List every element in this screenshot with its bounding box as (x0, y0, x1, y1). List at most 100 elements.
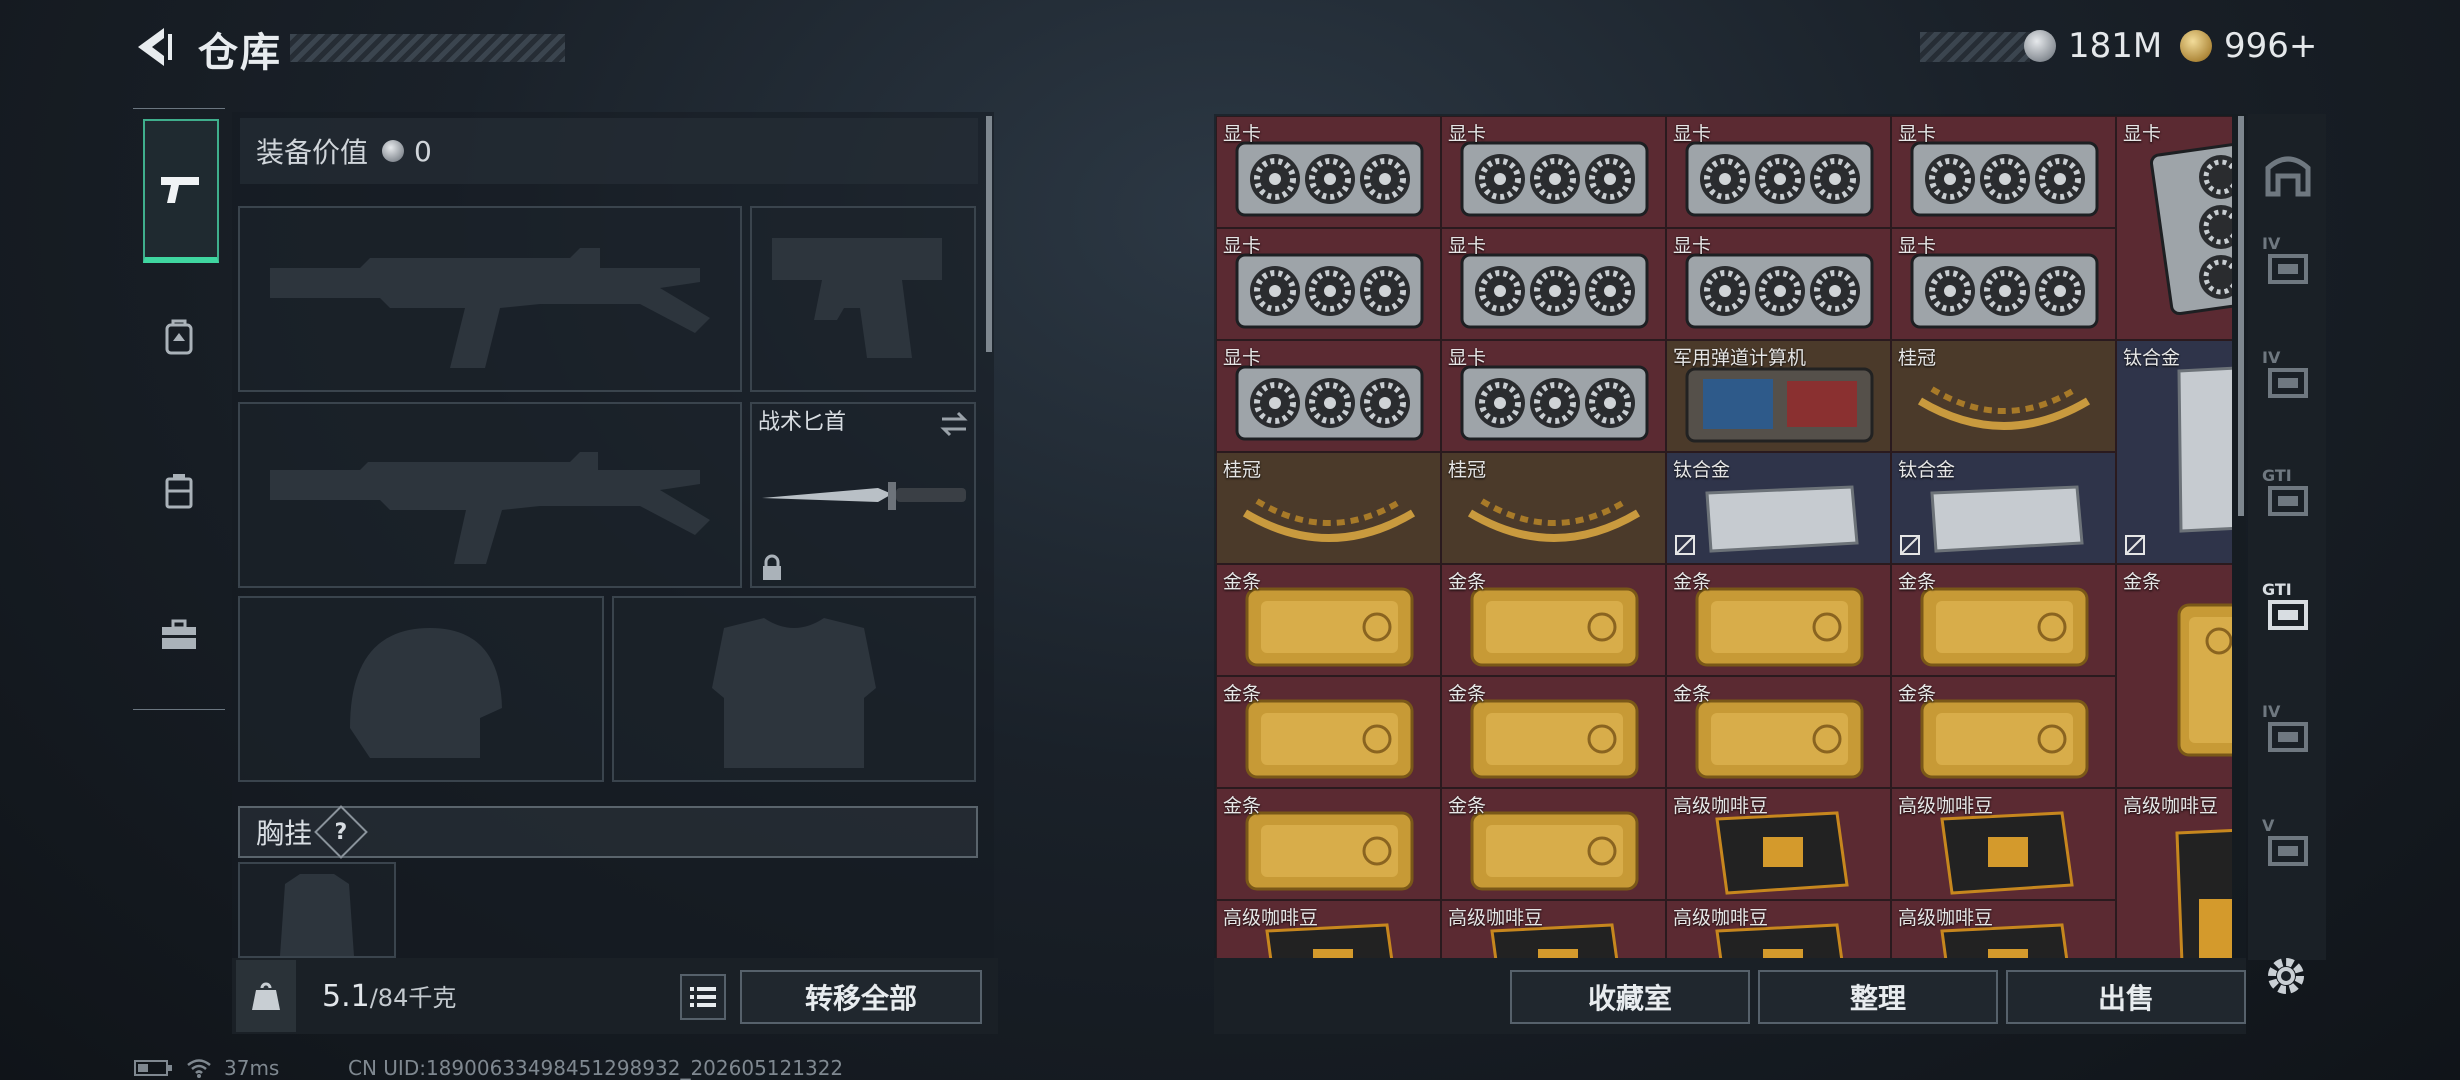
tab-backpack[interactable] (143, 301, 215, 373)
list-icon (690, 987, 716, 1007)
silver-coin-icon (2024, 30, 2056, 62)
currency-silver[interactable]: 181M (2024, 26, 2162, 66)
equipment-value: 0 (414, 134, 432, 168)
inventory-item[interactable]: 显卡 (1441, 116, 1666, 228)
weight-icon-box (236, 960, 296, 1032)
inventory-item[interactable]: 显卡 (2116, 116, 2232, 340)
inventory-item[interactable]: 军用弹道计算机 (1666, 340, 1891, 452)
inventory-item[interactable]: 高级咖啡豆 (1216, 900, 1441, 958)
collection-room-button[interactable]: 收藏室 (1510, 970, 1750, 1024)
inventory-item[interactable]: 显卡 (1216, 116, 1441, 228)
inventory-item[interactable]: 显卡 (1216, 340, 1441, 452)
helmet-slot[interactable] (238, 596, 604, 782)
rifle-silhouette-icon (270, 248, 710, 368)
inventory-item-label: 高级咖啡豆 (1223, 907, 1319, 929)
storage-iv-3-tab[interactable]: IV (2262, 702, 2314, 758)
inventory-item[interactable]: 金条 (1216, 564, 1441, 676)
storage-v-tab[interactable]: V (2262, 816, 2314, 872)
inventory-item[interactable]: 桂冠 (1441, 452, 1666, 564)
inventory-item[interactable]: 金条 (1216, 788, 1441, 900)
storage-iv-1-tab[interactable]: IV (2262, 234, 2314, 290)
settings-gear-icon[interactable] (2262, 952, 2310, 1000)
inventory-item[interactable]: 钛合金 (1891, 452, 2116, 564)
list-view-button[interactable] (680, 974, 726, 1020)
storage-gti-1-tab[interactable]: GTI (2262, 466, 2314, 522)
equipment-scrollbar[interactable] (986, 116, 992, 352)
help-icon[interactable]: ? (314, 805, 368, 859)
inventory-item[interactable]: 显卡 (1666, 228, 1891, 340)
inventory-item-label: 高级咖啡豆 (1448, 907, 1544, 929)
storage-tab-label: IV (2262, 348, 2281, 367)
tactical-knife-icon (762, 482, 966, 510)
inventory-item-label: 金条 (1898, 571, 1937, 593)
inventory-item[interactable]: 桂冠 (1216, 452, 1441, 564)
currency-silver-value: 181M (2068, 26, 2163, 66)
page-title: 仓库 (198, 30, 282, 76)
inventory-item[interactable]: 显卡 (1666, 116, 1891, 228)
storage-scrollbar[interactable] (2238, 116, 2244, 516)
inventory-item-label: 桂冠 (1448, 459, 1487, 481)
inventory-item[interactable]: 金条 (2116, 564, 2232, 788)
sort-button[interactable]: 整理 (1758, 970, 1998, 1024)
inventory-item[interactable]: 金条 (1891, 564, 2116, 676)
inventory-item-label: 显卡 (1673, 123, 1712, 145)
inventory-item[interactable]: 金条 (1441, 564, 1666, 676)
inventory-item[interactable]: 显卡 (1216, 228, 1441, 340)
inventory-item-label: 桂冠 (1223, 459, 1262, 481)
inventory-item[interactable]: 金条 (1666, 676, 1891, 788)
inventory-item-label: 金条 (1673, 683, 1712, 705)
storage-iv-2-tab[interactable]: IV (2262, 348, 2314, 404)
swap-icon[interactable] (938, 410, 970, 438)
inventory-item[interactable]: 高级咖啡豆 (1666, 900, 1891, 958)
inventory-item-label: 钛合金 (2123, 347, 2181, 369)
inventory-item[interactable]: 高级咖啡豆 (2116, 788, 2232, 958)
storage-gti-2-tab[interactable]: GTI (2262, 580, 2314, 636)
inventory-item[interactable]: 金条 (1666, 564, 1891, 676)
inventory-item[interactable]: 高级咖啡豆 (1666, 788, 1891, 900)
inventory-item-label: 显卡 (1223, 235, 1262, 257)
inventory-item[interactable]: 钛合金 (2116, 340, 2232, 564)
primary-weapon-slot[interactable] (238, 206, 742, 392)
tab-toolbox[interactable] (143, 599, 215, 671)
inventory-item[interactable]: 显卡 (1441, 340, 1666, 452)
pistol-icon (161, 177, 199, 203)
inventory-item-label: 高级咖啡豆 (1673, 907, 1769, 929)
storage-tab-label: IV (2262, 234, 2281, 253)
inventory-item[interactable]: 金条 (1216, 676, 1441, 788)
storage-tab-label: IV (2262, 702, 2281, 721)
inventory-item[interactable]: 金条 (1441, 788, 1666, 900)
status-bar: 37ms (134, 1056, 279, 1080)
inventory-item[interactable]: 金条 (1441, 676, 1666, 788)
inventory-item[interactable]: 高级咖啡豆 (1891, 900, 2116, 958)
chest-rig-slot[interactable] (238, 862, 396, 958)
inventory-item[interactable]: 显卡 (1891, 116, 2116, 228)
storage-tabs: IV IV GTI GTI IV V (2248, 114, 2326, 960)
storage-grid: 显卡 显卡 显卡 显卡 显卡 显卡 显卡 显卡 显卡 显卡 显卡 军用弹道计算机 桂冠 钛合金 桂冠 桂冠 钛合… (1216, 116, 2232, 958)
pistol-silhouette-icon (772, 238, 942, 358)
currency-gold[interactable]: 996+ (2180, 26, 2317, 66)
inventory-item-label: 显卡 (1223, 347, 1262, 369)
tab-bag[interactable] (143, 455, 215, 527)
back-icon[interactable] (130, 22, 180, 72)
inventory-item[interactable]: 高级咖啡豆 (1441, 900, 1666, 958)
secondary-weapon-slot[interactable] (238, 402, 742, 588)
no-trade-icon (1900, 535, 1920, 555)
transfer-all-button[interactable]: 转移全部 (740, 970, 982, 1024)
title-decoration (290, 34, 565, 62)
inventory-item-label: 显卡 (1223, 123, 1262, 145)
inventory-item[interactable]: 桂冠 (1891, 340, 2116, 452)
inventory-item-label: 金条 (1898, 683, 1937, 705)
inventory-item[interactable]: 高级咖啡豆 (1891, 788, 2116, 900)
sidearm-slot[interactable] (750, 206, 976, 392)
inventory-item-label: 高级咖啡豆 (1673, 795, 1769, 817)
sell-button[interactable]: 出售 (2006, 970, 2246, 1024)
inventory-item[interactable]: 显卡 (1891, 228, 2116, 340)
inventory-item[interactable]: 钛合金 (1666, 452, 1891, 564)
home-tab[interactable] (2262, 148, 2314, 200)
armor-slot[interactable] (612, 596, 976, 782)
tab-weapons[interactable] (143, 119, 219, 263)
wifi-icon (187, 1059, 211, 1078)
inventory-item-label: 金条 (1223, 795, 1262, 817)
inventory-item[interactable]: 显卡 (1441, 228, 1666, 340)
inventory-item[interactable]: 金条 (1891, 676, 2116, 788)
